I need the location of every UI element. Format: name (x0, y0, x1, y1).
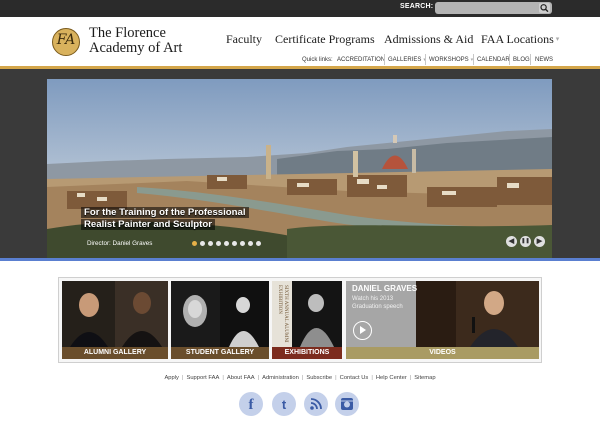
florence-panorama-image (47, 79, 552, 258)
footer-separator: | (335, 375, 337, 381)
footer-separator: | (371, 375, 373, 381)
site-title-line1: The Florence (89, 25, 166, 41)
footer-separator: | (181, 375, 184, 381)
video-title: DANIEL GRAVES (352, 284, 418, 293)
quicklink-divider (384, 54, 385, 65)
tile-videos[interactable]: DANIEL GRAVES Watch his 2013 Graduation … (346, 281, 539, 359)
nav-admissions-aid-label: Admissions & Aid (384, 32, 474, 46)
quicklink-galleries[interactable]: GALLERIES▾ (388, 57, 426, 63)
footer-separator: | (257, 375, 260, 381)
instagram-button[interactable] (335, 392, 359, 416)
tile-videos-label: VIDEOS (346, 347, 539, 359)
chevron-down-icon: ▾ (555, 35, 560, 43)
nav-admissions-aid[interactable]: Admissions & Aid (384, 32, 473, 47)
next-slide-button[interactable]: ▶ (534, 236, 545, 247)
tile-alumni-gallery[interactable]: ALUMNI GALLERY (62, 281, 168, 359)
alumni-portraits-image (62, 281, 168, 347)
slide-indicator-dot[interactable] (192, 241, 197, 246)
hero-bottom-rule (0, 258, 600, 261)
quicklink-divider (473, 54, 474, 65)
feature-tiles: ALUMNI GALLERY STUDENT GALLERY SIXTH ANN… (58, 277, 542, 363)
slide-indicator-dot[interactable] (248, 241, 253, 246)
hero-caption-line2: Realist Painter and Sculptor (81, 219, 215, 230)
nav-faa-locations[interactable]: FAA Locations ▾ (481, 32, 559, 47)
site-title[interactable]: The Florence Academy of Art (89, 26, 182, 56)
hero-director-credit: Director: Daniel Graves (87, 240, 153, 247)
facebook-icon: f (249, 397, 255, 413)
pause-slideshow-button[interactable]: ❚❚ (520, 236, 531, 247)
quicklink-calendar[interactable]: CALENDAR (477, 57, 510, 63)
play-icon[interactable] (353, 321, 372, 340)
footer-link[interactable]: About FAA (227, 375, 255, 381)
search-input[interactable] (435, 2, 552, 14)
nav-certificate-programs[interactable]: Certificate Programs (275, 32, 375, 47)
nav-certificate-programs-label: Certificate Programs (275, 32, 375, 46)
twitter-icon: t (282, 397, 287, 412)
footer-link[interactable]: Help Center (376, 375, 407, 381)
search-icon[interactable] (539, 3, 550, 13)
rss-icon (310, 398, 322, 410)
footer-link[interactable]: Contact Us (340, 375, 369, 381)
tile-student-gallery[interactable]: STUDENT GALLERY (171, 281, 269, 359)
slide-indicator-dot[interactable] (200, 241, 205, 246)
top-search-bar: SEARCH: (0, 0, 600, 17)
search-label: SEARCH: (400, 3, 434, 10)
prev-slide-button[interactable]: ◀ (506, 236, 517, 247)
svg-text:f: f (249, 397, 255, 413)
nav-faa-locations-label: FAA Locations (481, 32, 554, 46)
video-subtitle-line1: Watch his 2013 (352, 296, 394, 302)
exhibition-vertical-text: SIXTH ANNUAL ALUMNI EXHIBITION (277, 285, 288, 343)
tile-alumni-gallery-label: ALUMNI GALLERY (62, 347, 168, 359)
slide-indicator-dot[interactable] (224, 241, 229, 246)
slide-indicator-dot[interactable] (240, 241, 245, 246)
quicklink-divider (509, 54, 510, 65)
footer-link[interactable]: Subscribe (306, 375, 332, 381)
footer-separator: | (301, 375, 304, 381)
hero-caption-line1: For the Training of the Professional (81, 207, 249, 218)
footer-link[interactable]: Sitemap (414, 375, 435, 381)
student-artwork-image (171, 281, 269, 347)
quicklink-galleries-label: GALLERIES (388, 57, 422, 63)
academy-logo[interactable]: FA (52, 28, 80, 56)
video-subtitle-line2: Graduation speech (352, 304, 403, 310)
footer-link[interactable]: Support FAA (186, 375, 219, 381)
quicklink-divider (530, 54, 531, 65)
quicklink-divider (425, 54, 426, 65)
slide-indicators (192, 241, 261, 246)
nav-faculty[interactable]: Faculty (226, 32, 262, 47)
tile-exhibitions[interactable]: SIXTH ANNUAL ALUMNI EXHIBITION EXHIBITIO… (272, 281, 342, 359)
footer-link[interactable]: Apply (164, 375, 179, 381)
quicklink-news[interactable]: NEWS (535, 57, 553, 63)
tile-exhibitions-label: EXHIBITIONS (272, 347, 342, 359)
nav-faculty-label: Faculty (226, 32, 262, 46)
quicklink-workshops-label: WORKSHOPS (429, 57, 469, 63)
footer-separator: | (409, 375, 412, 381)
quicklink-blog[interactable]: BLOG (513, 57, 530, 63)
slide-indicator-dot[interactable] (232, 241, 237, 246)
quick-links-label: Quick links: (302, 57, 333, 63)
slide-indicator-dot[interactable] (208, 241, 213, 246)
slide-indicator-dot[interactable] (216, 241, 221, 246)
footer-link[interactable]: Administration (262, 375, 299, 381)
facebook-button[interactable]: f (239, 392, 263, 416)
quicklink-workshops[interactable]: WORKSHOPS ▾ (429, 57, 473, 63)
tile-student-gallery-label: STUDENT GALLERY (171, 347, 269, 359)
twitter-button[interactable]: t (272, 392, 296, 416)
footer-links: Apply | Support FAA | About FAA | Administrati… (0, 375, 600, 381)
video-subtitle: Watch his 2013 Graduation speech (352, 295, 403, 311)
slide-indicator-dot[interactable] (256, 241, 261, 246)
quick-links-bar: Quick links: ACCREDITATION GALLERIES▾ WO… (0, 53, 600, 67)
instagram-icon (341, 398, 353, 410)
quicklink-accreditation[interactable]: ACCREDITATION (337, 57, 385, 63)
hero-slideshow[interactable]: For the Training of the Professional Rea… (47, 79, 552, 258)
rss-button[interactable] (304, 392, 328, 416)
logo-monogram: FA (56, 32, 76, 48)
hero-caption: For the Training of the Professional Rea… (81, 207, 249, 231)
footer-separator: | (222, 375, 224, 381)
svg-text:t: t (282, 397, 287, 412)
